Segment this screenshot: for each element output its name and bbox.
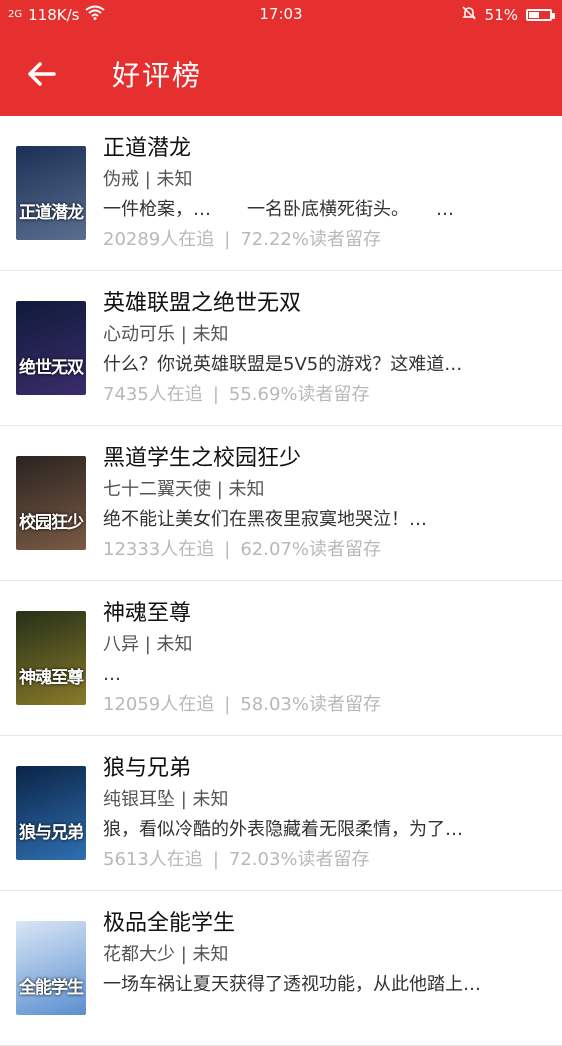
follower-count: 12059人在追 xyxy=(103,694,215,715)
cover-title: 狼与兄弟 xyxy=(19,823,84,843)
battery-icon xyxy=(526,9,555,21)
book-cover[interactable]: 神魂至尊 xyxy=(16,611,86,705)
book-info: 黑道学生之校园狂少 七十二翼天使 | 未知 绝不能让美女们在黑夜里寂寞地哭泣！…… xyxy=(103,444,554,564)
book-stats xyxy=(103,999,554,1029)
follower-count: 7435人在追 xyxy=(103,384,203,405)
page-title: 好评榜 xyxy=(112,59,203,92)
book-info: 正道潜龙 伪戒 | 未知 一件枪案，… 一名卧底横死街头。 … 20289人在追… xyxy=(103,134,554,254)
battery-level xyxy=(529,12,540,18)
retention-rate: 62.07%读者留存 xyxy=(240,539,381,560)
book-stats: 20289人在追 | 72.22%读者留存 xyxy=(103,224,554,254)
book-item[interactable]: 绝世无双 英雄联盟之绝世无双 心动可乐 | 未知 什么？你说英雄联盟是5V5的游… xyxy=(0,271,562,426)
cover-title: 神魂至尊 xyxy=(19,668,84,688)
book-meta: 八异 | 未知 xyxy=(103,634,193,655)
book-info: 极品全能学生 花都大少 | 未知 一场车祸让夏天获得了透视功能，从此他踏上… xyxy=(103,909,554,1029)
book-title[interactable]: 正道潜龙 xyxy=(103,134,554,164)
book-stats: 12059人在追 | 58.03%读者留存 xyxy=(103,689,554,719)
book-intro: 一件枪案，… 一名卧底横死街头。 … xyxy=(103,199,454,220)
follower-count: 20289人在追 xyxy=(103,229,215,250)
book-cover[interactable]: 全能学生 xyxy=(16,921,86,1015)
book-cover[interactable]: 狼与兄弟 xyxy=(16,766,86,860)
cover-title: 正道潜龙 xyxy=(19,203,84,223)
book-stats: 12333人在追 | 62.07%读者留存 xyxy=(103,534,554,564)
book-meta: 七十二翼天使 | 未知 xyxy=(103,479,265,500)
stats-separator: | xyxy=(224,229,231,250)
battery-percent: 51% xyxy=(484,6,518,24)
cover-title: 校园狂少 xyxy=(19,513,84,533)
book-meta: 花都大少 | 未知 xyxy=(103,944,229,965)
book-title[interactable]: 神魂至尊 xyxy=(103,599,554,629)
book-title[interactable]: 极品全能学生 xyxy=(103,909,554,939)
book-item[interactable]: 正道潜龙 正道潜龙 伪戒 | 未知 一件枪案，… 一名卧底横死街头。 … 202… xyxy=(0,116,562,271)
book-list: 正道潜龙 正道潜龙 伪戒 | 未知 一件枪案，… 一名卧底横死街头。 … 202… xyxy=(0,116,562,1046)
book-cover[interactable]: 绝世无双 xyxy=(16,301,86,395)
cover-title: 全能学生 xyxy=(19,978,84,998)
retention-rate: 58.03%读者留存 xyxy=(240,694,381,715)
book-intro: … xyxy=(103,664,121,685)
book-title[interactable]: 英雄联盟之绝世无双 xyxy=(103,289,554,319)
stats-separator: | xyxy=(212,384,219,405)
book-item[interactable]: 校园狂少 黑道学生之校园狂少 七十二翼天使 | 未知 绝不能让美女们在黑夜里寂寞… xyxy=(0,426,562,581)
book-stats: 7435人在追 | 55.69%读者留存 xyxy=(103,379,554,409)
book-title[interactable]: 狼与兄弟 xyxy=(103,754,554,784)
book-meta: 纯银耳坠 | 未知 xyxy=(103,789,229,810)
book-info: 英雄联盟之绝世无双 心动可乐 | 未知 什么？你说英雄联盟是5V5的游戏？这难道… xyxy=(103,289,554,409)
book-info: 狼与兄弟 纯银耳坠 | 未知 狼，看似冷酷的外表隐藏着无限柔情，为了… 5613… xyxy=(103,754,554,874)
status-right: 51% xyxy=(461,5,555,25)
cover-title: 绝世无双 xyxy=(19,358,84,378)
book-cover[interactable]: 校园狂少 xyxy=(16,456,86,550)
retention-rate: 55.69%读者留存 xyxy=(228,384,370,405)
book-stats: 5613人在追 | 72.03%读者留存 xyxy=(103,844,554,874)
app-bar: 好评榜 xyxy=(0,30,562,116)
follower-count: 12333人在追 xyxy=(103,539,215,560)
book-intro: 什么？你说英雄联盟是5V5的游戏？这难道… xyxy=(103,354,463,375)
book-meta: 伪戒 | 未知 xyxy=(103,169,193,190)
retention-rate: 72.03%读者留存 xyxy=(228,849,370,870)
stats-separator: | xyxy=(224,694,231,715)
mute-bell-icon xyxy=(461,5,477,25)
book-intro: 绝不能让美女们在黑夜里寂寞地哭泣！… xyxy=(103,509,427,530)
book-info: 神魂至尊 八异 | 未知 … 12059人在追 | 58.03%读者留存 xyxy=(103,599,554,719)
arrow-left-icon xyxy=(28,62,56,86)
status-bar: 2G 118K/s 17:03 51% xyxy=(0,0,562,30)
book-intro: 狼，看似冷酷的外表隐藏着无限柔情，为了… xyxy=(103,819,463,840)
retention-rate: 72.22%读者留存 xyxy=(240,229,381,250)
follower-count: 5613人在追 xyxy=(103,849,203,870)
stats-separator: | xyxy=(224,539,231,560)
book-meta: 心动可乐 | 未知 xyxy=(103,324,229,345)
book-cover[interactable]: 正道潜龙 xyxy=(16,146,86,240)
stats-separator: | xyxy=(212,849,219,870)
book-item[interactable]: 狼与兄弟 狼与兄弟 纯银耳坠 | 未知 狼，看似冷酷的外表隐藏着无限柔情，为了…… xyxy=(0,736,562,891)
back-button[interactable] xyxy=(22,54,62,94)
book-item[interactable]: 全能学生 极品全能学生 花都大少 | 未知 一场车祸让夏天获得了透视功能，从此他… xyxy=(0,891,562,1046)
book-item[interactable]: 神魂至尊 神魂至尊 八异 | 未知 … 12059人在追 | 58.03%读者留存 xyxy=(0,581,562,736)
book-title[interactable]: 黑道学生之校园狂少 xyxy=(103,444,554,474)
book-intro: 一场车祸让夏天获得了透视功能，从此他踏上… xyxy=(103,974,481,995)
